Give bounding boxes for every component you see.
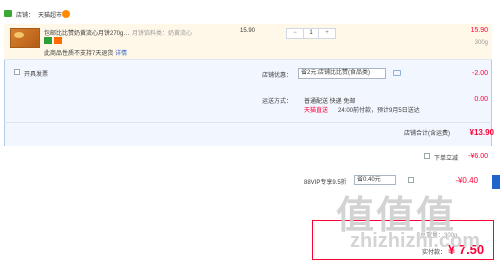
details-link[interactable]: 详情	[115, 51, 127, 57]
tmall-icon	[54, 37, 62, 44]
instant-discount-label: 下单立减	[434, 156, 459, 162]
item-weight: 300g	[474, 40, 488, 46]
discount-select[interactable]: 省2元:店铺比比赞(食品类)	[298, 68, 386, 79]
shop-total-label: 店铺合计(含运费)	[404, 131, 450, 137]
quantity-input[interactable]: 1	[303, 29, 319, 38]
return-policy-text: 此商品性质不支持7天退货	[44, 51, 114, 57]
discount-label: 店铺优惠：	[262, 73, 293, 79]
instant-discount-value: -¥6.00	[468, 153, 488, 160]
shipping-label: 运送方式：	[262, 99, 293, 105]
item-subtotal: 15.90	[470, 27, 488, 34]
decrease-button[interactable]: −	[287, 29, 303, 38]
chat-icon[interactable]	[62, 10, 70, 18]
store-name-link[interactable]: 天猫超市	[38, 10, 62, 19]
discount-value: -2.00	[472, 70, 488, 77]
store-header	[0, 0, 500, 24]
invoice-label: 开具发票	[24, 72, 49, 78]
store-icon	[4, 10, 12, 17]
watermark-url: zhizhizhi.com	[350, 230, 480, 252]
shipping-value: 0.00	[474, 96, 488, 103]
unit-price: 15.90	[240, 28, 256, 34]
delivery-estimate: 24:00前付款，预计9月5日送达	[338, 108, 420, 114]
service-icons	[44, 37, 62, 44]
return-policy-note: 此商品性质不支持7天退货 详情	[44, 48, 127, 57]
quantity-stepper[interactable]: − 1 +	[286, 28, 336, 39]
store-label: 店铺：	[16, 13, 35, 19]
message-icon[interactable]	[393, 70, 401, 76]
side-tab[interactable]	[492, 175, 500, 189]
shop-total-value: ¥13.90	[469, 128, 494, 137]
instant-discount-checkbox[interactable]	[424, 153, 430, 159]
quality-icon	[44, 37, 52, 44]
shipping-method: 普通配送 快递 免邮	[304, 99, 356, 105]
product-thumbnail[interactable]	[10, 28, 40, 48]
vip-checkbox[interactable]	[408, 177, 414, 183]
divider	[4, 122, 492, 123]
tmall-direct-tag: 天猫直送	[304, 108, 329, 114]
vip-value: -¥0.40	[455, 176, 478, 185]
product-spec: 月饼馅料类：奶黄流心	[132, 31, 193, 37]
increase-button[interactable]: +	[319, 29, 335, 38]
invoice-checkbox[interactable]	[14, 69, 20, 75]
